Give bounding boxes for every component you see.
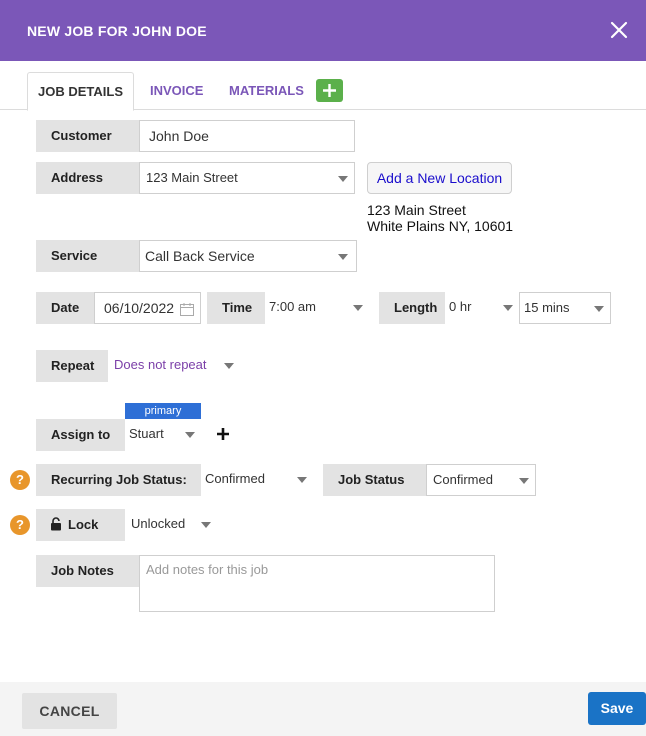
chevron-down-icon xyxy=(353,305,363,311)
repeat-select[interactable]: Does not repeat xyxy=(108,350,240,382)
chevron-down-icon xyxy=(503,305,513,311)
plus-icon xyxy=(323,84,336,97)
lock-select[interactable]: Unlocked xyxy=(125,509,217,541)
chevron-down-icon xyxy=(338,254,348,260)
length-hours-select[interactable]: 0 hr xyxy=(445,292,519,324)
time-select[interactable]: 7:00 am xyxy=(265,292,369,324)
service-select[interactable]: Call Back Service xyxy=(139,240,357,272)
time-select-value: 7:00 am xyxy=(269,299,316,314)
address-line1: 123 Main Street xyxy=(367,202,466,218)
tab-invoice[interactable]: INVOICE xyxy=(150,72,203,110)
job-status-label: Job Status xyxy=(323,464,426,496)
assignee-select[interactable]: Stuart xyxy=(125,419,201,451)
length-label: Length xyxy=(379,292,445,324)
assign-to-label: Assign to xyxy=(36,419,125,451)
address-line2: White Plains NY, 10601 xyxy=(367,218,514,234)
length-hours-value: 0 hr xyxy=(449,299,472,314)
length-minutes-select[interactable]: 15 mins xyxy=(519,292,611,324)
chevron-down-icon xyxy=(338,176,348,182)
add-tab-button[interactable] xyxy=(316,79,343,102)
address-select[interactable]: 123 Main Street xyxy=(139,162,355,194)
recurring-status-select[interactable]: Confirmed xyxy=(201,464,313,496)
help-icon[interactable]: ? xyxy=(10,515,30,535)
repeat-label: Repeat xyxy=(36,350,108,382)
tab-job-details[interactable]: JOB DETAILS xyxy=(27,72,134,111)
date-label: Date xyxy=(36,292,94,324)
job-status-select[interactable]: Confirmed xyxy=(426,464,536,496)
repeat-select-value: Does not repeat xyxy=(114,357,207,372)
chevron-down-icon xyxy=(297,477,307,483)
chevron-down-icon xyxy=(519,478,529,484)
date-value: 06/10/2022 xyxy=(104,300,175,316)
time-label: Time xyxy=(207,292,265,324)
add-location-button[interactable]: Add a New Location xyxy=(367,162,512,194)
tab-materials[interactable]: MATERIALS xyxy=(229,72,304,110)
cancel-button[interactable]: CANCEL xyxy=(22,693,117,729)
service-label: Service xyxy=(36,240,139,272)
job-notes-label: Job Notes xyxy=(36,555,139,587)
recurring-status-value: Confirmed xyxy=(205,471,265,486)
close-icon[interactable] xyxy=(607,18,631,42)
chevron-down-icon xyxy=(224,363,234,369)
job-status-value: Confirmed xyxy=(433,472,493,487)
customer-label: Customer xyxy=(36,120,139,152)
calendar-icon[interactable] xyxy=(180,303,194,316)
primary-badge: primary xyxy=(125,403,201,419)
address-label: Address xyxy=(36,162,139,194)
address-select-value: 123 Main Street xyxy=(146,170,238,185)
help-icon[interactable]: ? xyxy=(10,470,30,490)
save-button[interactable]: Save xyxy=(588,692,646,725)
chevron-down-icon xyxy=(201,522,211,528)
service-select-value: Call Back Service xyxy=(145,248,255,264)
customer-field[interactable]: John Doe xyxy=(139,120,355,152)
recurring-status-label: Recurring Job Status: xyxy=(36,464,201,496)
chevron-down-icon xyxy=(594,306,604,312)
lock-select-value: Unlocked xyxy=(131,516,186,531)
add-assignee-icon[interactable] xyxy=(215,426,231,442)
job-notes-textarea[interactable] xyxy=(139,555,495,612)
chevron-down-icon xyxy=(185,432,195,438)
modal-title: NEW JOB FOR JOHN DOE xyxy=(27,23,207,39)
assignee-select-value: Stuart xyxy=(129,426,164,441)
lock-icon xyxy=(51,517,61,531)
length-minutes-value: 15 mins xyxy=(524,300,570,315)
modal-header: NEW JOB FOR JOHN DOE xyxy=(0,0,646,61)
